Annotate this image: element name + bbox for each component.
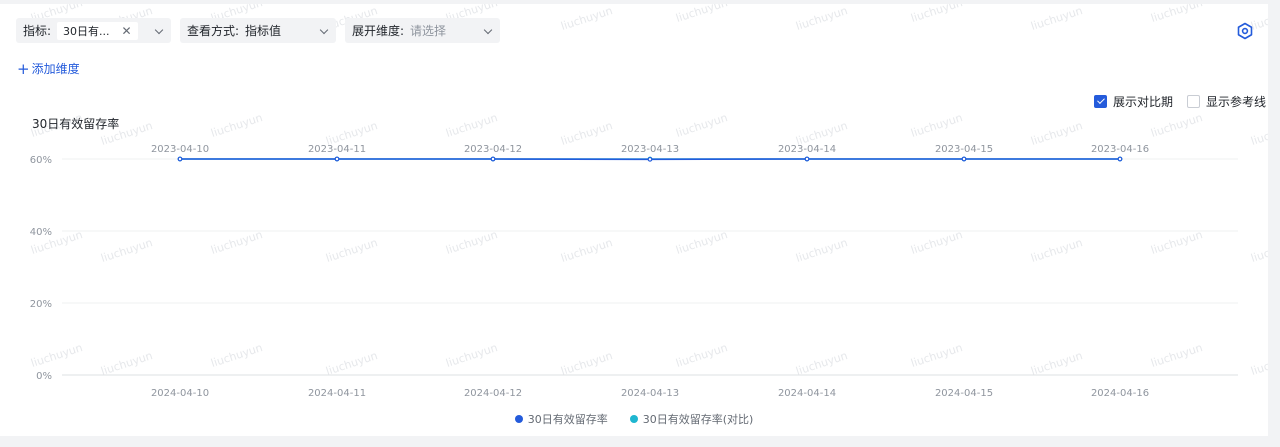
x-compare-tick-label: 2023-04-13 [621,144,679,155]
x-compare-tick-label: 2023-04-14 [778,144,836,155]
legend-item-primary[interactable]: 30日有效留存率 [514,411,608,427]
x-tick-label: 2024-04-12 [464,388,522,399]
x-tick-label: 2024-04-13 [621,388,679,399]
chart-legend: 30日有效留存率 30日有效留存率(对比) [0,411,1268,427]
data-point-primary [804,156,810,162]
y-tick-label: 40% [30,227,52,238]
x-compare-tick-label: 2023-04-11 [308,144,366,155]
y-tick-label: 0% [36,371,52,382]
data-point-primary [334,156,340,162]
y-tick-label: 60% [30,155,52,166]
x-compare-tick-label: 2023-04-15 [935,144,993,155]
x-tick-label: 2024-04-10 [151,388,209,399]
data-point-primary [1117,156,1123,162]
legend-label-compare: 30日有效留存率(对比) [642,413,754,426]
x-compare-tick-label: 2023-04-16 [1091,144,1149,155]
data-point-primary [490,156,496,162]
legend-dot-compare [629,415,638,423]
line-chart: 60% 40% 20% 0% 2023-04-10 2023-04-11 2023-04-1… [30,144,1238,399]
y-tick-label: 20% [30,299,52,310]
x-tick-label: 2024-04-11 [308,388,366,399]
x-tick-label: 2024-04-14 [778,388,836,399]
x-tick-label: 2024-04-15 [935,388,993,399]
legend-dot-primary [514,415,523,423]
chart-panel: liuchuyun liuchuyun liuchuyun liuchuyun liuc… [0,4,1268,436]
data-point-primary [177,156,183,162]
data-point-primary [647,156,653,162]
legend-label-primary: 30日有效留存率 [527,413,608,426]
x-tick-label: 2024-04-16 [1091,388,1149,399]
x-compare-tick-label: 2023-04-12 [464,144,522,155]
x-compare-tick-label: 2023-04-10 [151,144,209,155]
data-point-primary [961,156,967,162]
legend-item-compare[interactable]: 30日有效留存率(对比) [629,411,754,427]
